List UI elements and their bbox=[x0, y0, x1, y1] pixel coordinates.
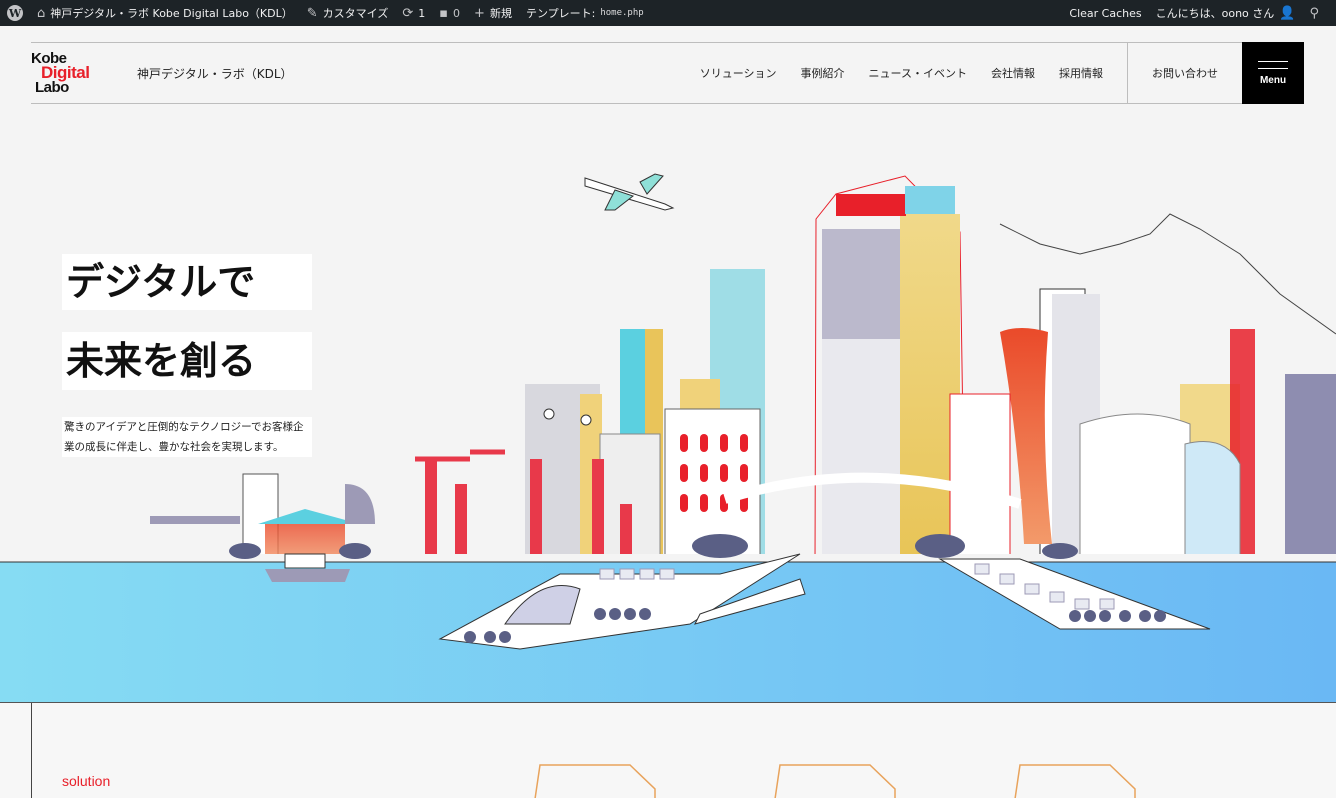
plus-icon: + bbox=[474, 5, 485, 21]
admin-comments[interactable]: ▪ 0 bbox=[432, 0, 467, 26]
site-logo[interactable]: Kobe Digital Labo bbox=[31, 48, 109, 98]
hamburger-icon bbox=[1258, 60, 1288, 69]
hero-lead-text: 驚きのアイデアと圧倒的なテクノロジーでお客様企業の成長に伴走し、豊かな社会を実現… bbox=[62, 417, 312, 457]
nav-item-recruit[interactable]: 採用情報 bbox=[1059, 65, 1103, 81]
nav-item-cases[interactable]: 事例紹介 bbox=[801, 65, 845, 81]
global-nav: ソリューション 事例紹介 ニュース・イベント 会社情報 採用情報 お問い合わせ … bbox=[688, 42, 1304, 104]
comment-icon: ▪ bbox=[439, 5, 449, 21]
brush-icon: ✎ bbox=[306, 5, 318, 21]
admin-site-name[interactable]: ⌂ 神戸デジタル・ラボ Kobe Digital Labo（KDL） bbox=[30, 0, 300, 26]
wp-logo-menu[interactable]: W bbox=[0, 0, 30, 26]
airplane-icon bbox=[584, 173, 675, 211]
solution-shapes bbox=[534, 764, 1136, 798]
wordpress-icon: W bbox=[7, 5, 23, 21]
menu-button[interactable]: Menu bbox=[1242, 42, 1304, 104]
site-header: Kobe Digital Labo 神戸デジタル・ラボ（KDL） ソリューション… bbox=[31, 42, 1304, 104]
nav-item-news[interactable]: ニュース・イベント bbox=[869, 65, 967, 81]
admin-search[interactable]: ⚲ bbox=[1302, 0, 1326, 26]
admin-updates[interactable]: ⟳ 1 bbox=[395, 0, 432, 26]
search-icon: ⚲ bbox=[1309, 5, 1319, 21]
city-illustration bbox=[0, 173, 1336, 702]
wp-admin-bar: W ⌂ 神戸デジタル・ラボ Kobe Digital Labo（KDL） ✎ カ… bbox=[0, 0, 1336, 26]
contact-link[interactable]: お問い合わせ bbox=[1127, 43, 1242, 103]
nav-item-company[interactable]: 会社情報 bbox=[991, 65, 1035, 81]
solution-section: solution bbox=[0, 702, 1336, 798]
user-icon: 👤 bbox=[1279, 5, 1296, 21]
nav-item-solution[interactable]: ソリューション bbox=[700, 65, 777, 81]
hero-section: デジタルで 未来を創る 驚きのアイデアと圧倒的なテクノロジーでお客様企業の成長に… bbox=[0, 104, 1336, 702]
updates-icon: ⟳ bbox=[402, 5, 414, 21]
hero-catch-line2: 未来を創る bbox=[62, 332, 312, 390]
dashboard-icon: ⌂ bbox=[37, 5, 46, 21]
admin-template-info[interactable]: テンプレート: home.php bbox=[519, 0, 651, 26]
admin-my-account[interactable]: こんにちは、oono さん 👤 bbox=[1149, 0, 1303, 26]
admin-new-content[interactable]: + 新規 bbox=[467, 0, 519, 26]
admin-clear-caches[interactable]: Clear Caches bbox=[1062, 0, 1148, 26]
site-title: 神戸デジタル・ラボ（KDL） bbox=[137, 66, 293, 81]
section-label-solution: solution bbox=[62, 773, 111, 789]
hero-catch-line1: デジタルで bbox=[62, 254, 312, 310]
admin-customize[interactable]: ✎ カスタマイズ bbox=[300, 0, 396, 26]
